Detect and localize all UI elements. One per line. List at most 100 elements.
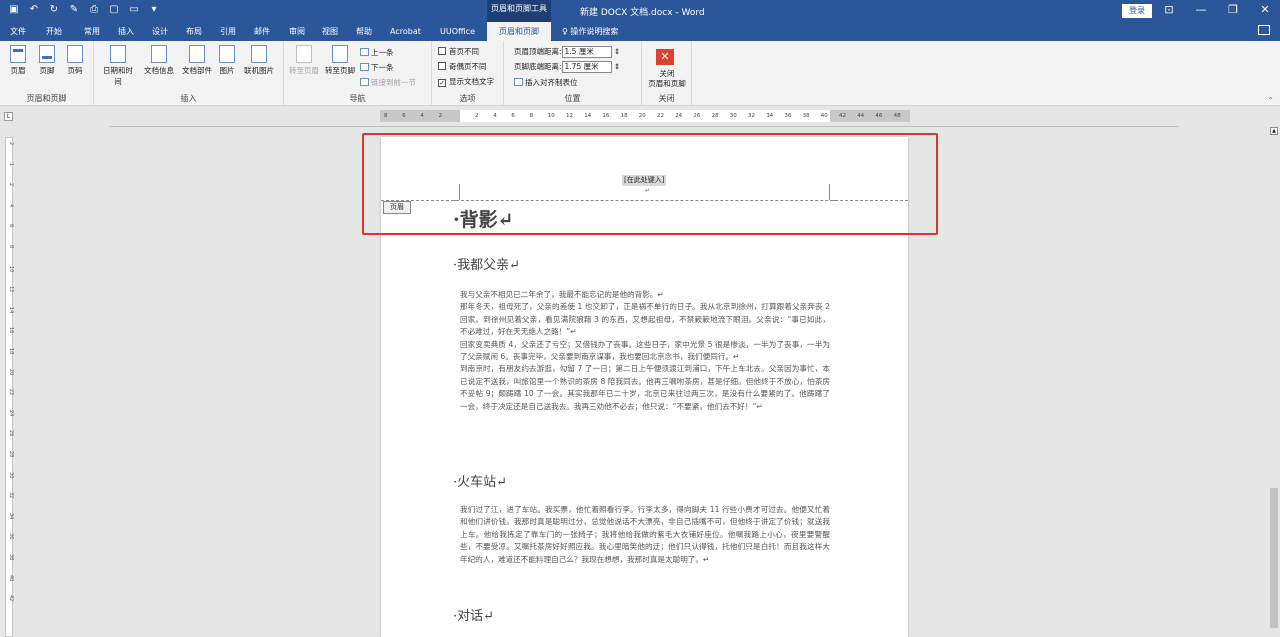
tell-me-search[interactable]: ♀ 操作说明搜索 (562, 22, 618, 41)
group-label-header-footer: 页眉和页脚 (26, 94, 67, 103)
tab-home[interactable]: 开始 (40, 22, 68, 41)
ruler-tick-label: 4 (8, 203, 14, 207)
ruler-tick-label: 2 (475, 113, 479, 119)
tab-mailings[interactable]: 邮件 (248, 22, 276, 41)
page-number-button[interactable]: 页码 (61, 45, 89, 76)
new-document-icon[interactable]: ▢ (108, 4, 120, 16)
align-tab-label: 插入对齐制表位 (525, 78, 578, 87)
ruler-tick-label: 22 (8, 389, 14, 396)
vertical-ruler[interactable]: 2 1 2 4 6 8 10 12 14 16 18 20 22 24 26 28 30 32 34 36 38 40 42 (5, 137, 14, 637)
goto-footer-button[interactable]: 转至页脚 (324, 45, 356, 76)
ruler-tick-label: 42 (839, 113, 846, 119)
customize-qat-icon[interactable]: ▾ (148, 4, 160, 16)
document-title[interactable]: ·背影↵ (453, 205, 514, 232)
tab-review[interactable]: 审阅 (283, 22, 311, 41)
tab-design[interactable]: 设计 (146, 22, 174, 41)
spinner-icon[interactable]: ⇕ (612, 62, 620, 71)
section-body[interactable]: 我与父亲不相见已二年余了，我最不能忘记的是他的背影。↵ 那年冬天，祖母死了，父亲… (460, 289, 830, 413)
first-page-checkbox[interactable]: 首页不同 (438, 46, 479, 57)
link-icon (360, 78, 369, 86)
link-previous-button[interactable]: 链接到前一节 (360, 77, 416, 88)
scroll-up-icon[interactable]: ▲ (1270, 127, 1278, 135)
close-header-footer-label[interactable]: 关闭 页眉和页脚 (644, 69, 690, 89)
ruler-tick-label: 2 (8, 183, 14, 187)
tab-insert[interactable]: 插入 (112, 22, 140, 41)
footer-bottom-input[interactable]: 1.75 厘米 (561, 61, 612, 73)
undo-icon[interactable]: ↶ (28, 4, 40, 16)
date-time-button[interactable]: 日期和时间 (100, 45, 136, 87)
odd-even-checkbox[interactable]: 奇偶页不同 (438, 61, 487, 72)
tab-layout[interactable]: 布局 (180, 22, 208, 41)
scrollbar-thumb[interactable] (1270, 488, 1278, 628)
body-paragraph: 我与父亲不相见已二年余了，我最不能忘记的是他的背影。↵ (460, 290, 664, 299)
tab-uuoffice[interactable]: UUOffice (434, 22, 481, 41)
tab-header-footer[interactable]: 页眉和页脚 (487, 22, 551, 41)
header-label-tag: 页眉 (383, 201, 411, 214)
open-folder-icon[interactable]: ▭ (128, 4, 140, 16)
previous-label: 上一条 (371, 48, 394, 57)
ruler-tick-label: 10 (8, 265, 14, 272)
print-preview-icon[interactable]: ⎙ (88, 4, 100, 16)
restore-icon[interactable]: ❐ (1226, 3, 1240, 16)
ruler-tick-label: 44 (857, 113, 865, 119)
ruler-tick-label: 42 (8, 595, 14, 602)
redo-icon[interactable]: ↻ (48, 4, 60, 16)
section-heading[interactable]: ·我都父亲↵ (453, 254, 520, 273)
minimize-icon[interactable]: — (1194, 3, 1208, 16)
ribbon-display-icon[interactable]: ⊡ (1162, 3, 1176, 16)
doc-info-label: 文档信息 (144, 66, 174, 75)
tab-help[interactable]: 帮助 (350, 22, 378, 41)
goto-header-button[interactable]: 转至页眉 (288, 45, 320, 76)
header-button[interactable]: 页眉 (4, 45, 32, 76)
login-button[interactable]: 登录 (1122, 4, 1152, 18)
tab-file[interactable]: 文件 (4, 22, 32, 41)
group-position: 页眉顶端距离: 1.5 厘米 ⇕ 页脚底端距离: 1.75 厘米 ⇕ 插入对齐制表位… (504, 41, 642, 106)
ruler-tick-label: 4 (420, 113, 424, 119)
quick-parts-button[interactable]: 文档部件 (180, 45, 214, 76)
document-page[interactable]: [在此处键入] ↵ 页眉 ·背影↵ ·我都父亲↵ 我与父亲不相见已二年余了，我最… (381, 137, 908, 637)
picture-button[interactable]: 图片 (216, 45, 238, 76)
close-label-line-2: 页眉和页脚 (648, 79, 686, 88)
show-doc-text-checkbox[interactable]: ✓ 显示文档文字 (438, 76, 494, 87)
online-picture-button[interactable]: 联机图片 (242, 45, 276, 76)
picture-label: 图片 (219, 66, 235, 75)
ruler-tick-label: 4 (493, 113, 497, 119)
comments-icon[interactable] (1258, 25, 1270, 35)
body-paragraph: 我们过了江，进了车站。我买票，他忙着照看行李。行李太多，得向脚夫 11 行些小费… (460, 505, 830, 564)
online-picture-icon (251, 45, 267, 63)
section-heading[interactable]: ·对话↵ (453, 605, 494, 624)
ruler-tick-label: 8 (529, 113, 534, 119)
tab-common[interactable]: 常用 (78, 22, 106, 41)
doc-info-button[interactable]: 文档信息 (142, 45, 176, 76)
format-painter-icon[interactable]: ✎ (68, 4, 80, 16)
tab-view[interactable]: 视图 (316, 22, 344, 41)
section-heading[interactable]: ·火车站↵ (453, 471, 507, 490)
insert-align-tab-button[interactable]: 插入对齐制表位 (514, 77, 578, 88)
header-placeholder-text[interactable]: [在此处键入] (622, 175, 667, 186)
ruler-tick-label: 40 (8, 574, 14, 581)
ruler-tick-label: 2 (8, 142, 14, 146)
ruler-tick-label: 2 (438, 113, 443, 119)
first-page-label: 首页不同 (449, 47, 479, 56)
previous-button[interactable]: 上一条 (360, 47, 394, 58)
close-window-icon[interactable]: ✕ (1258, 3, 1272, 16)
tab-acrobat[interactable]: Acrobat (384, 22, 427, 41)
footer-button[interactable]: 页脚 (33, 45, 61, 76)
ruler-tick-label: 14 (8, 306, 14, 314)
section-body[interactable]: 我们过了江，进了车站。我买票，他忙着照看行李。行李太多，得向脚夫 11 行些小费… (460, 504, 830, 566)
close-header-footer-button[interactable]: ✕ (656, 49, 674, 65)
header-top-input[interactable]: 1.5 厘米 (561, 46, 612, 58)
collapse-ribbon-icon[interactable]: ⌃ (1267, 96, 1274, 105)
align-tab-icon (514, 78, 523, 86)
vertical-scrollbar[interactable]: ▲ (1268, 125, 1280, 637)
tab-references[interactable]: 引用 (214, 22, 242, 41)
previous-icon (360, 48, 369, 56)
spinner-icon[interactable]: ⇕ (612, 47, 620, 56)
tab-selector-icon[interactable]: L (4, 112, 13, 121)
ruler-tick-label: 28 (8, 451, 14, 458)
save-icon[interactable]: ▣ (8, 4, 20, 16)
ruler-tick-label: 30 (8, 471, 14, 478)
footer-bottom-label: 页脚底端距离: (514, 62, 562, 71)
horizontal-ruler[interactable]: 8 6 4 2 2 4 6 8 10 12 14 16 18 20 22 24 26 28 30 32 34 36 38 40… (380, 110, 910, 122)
next-button[interactable]: 下一条 (360, 62, 394, 73)
